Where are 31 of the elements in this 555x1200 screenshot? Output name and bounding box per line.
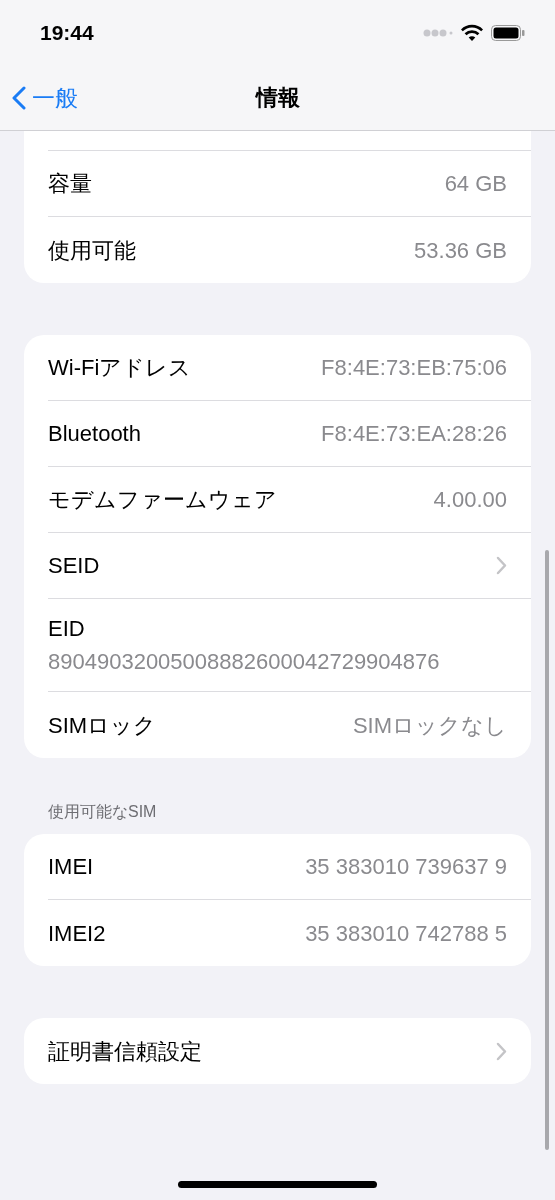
- row-label: モデムファームウェア: [48, 486, 277, 514]
- row-label: SIMロック: [48, 711, 157, 740]
- battery-icon: [491, 24, 525, 41]
- row-value: 89049032005008882600042729904876: [48, 648, 441, 676]
- wifi-icon: [461, 24, 483, 41]
- chevron-icon: [496, 1041, 507, 1061]
- row-value: F8:4E:73:EB:75:06: [321, 354, 507, 382]
- page-title: 情報: [255, 84, 300, 112]
- row-value: F8:4E:73:EA:28:26: [321, 420, 507, 448]
- row-label: 使用可能: [48, 236, 136, 265]
- row-label: IMEI: [48, 853, 94, 881]
- signal-icon: [423, 28, 453, 37]
- row-value: 4.00.00: [433, 486, 507, 514]
- settings-row[interactable]: 証明書信頼設定: [48, 1018, 531, 1084]
- chevron-icon: [496, 556, 507, 575]
- row-label: Wi-Fiアドレス: [48, 354, 192, 382]
- row-value: 53.36 GB: [414, 236, 507, 265]
- section-header: 使用可能なSIM: [48, 802, 158, 822]
- row-label: Bluetooth: [48, 420, 141, 448]
- row-label: EID: [48, 615, 86, 643]
- status-time: 19:44: [40, 19, 94, 46]
- back-chevron-icon: [12, 86, 26, 111]
- row-value: 35 383010 739637 9: [305, 853, 507, 881]
- row-value: SIMロックなし: [352, 711, 507, 740]
- row-value: 64 GB: [444, 170, 507, 198]
- row-value: 35 383010 742788 5: [305, 919, 507, 948]
- home-indicator[interactable]: [178, 1181, 377, 1188]
- row-label: IMEI2: [48, 919, 106, 948]
- row-label: 容量: [48, 170, 92, 198]
- settings-row[interactable]: SEID: [48, 533, 531, 599]
- back-button[interactable]: 一般: [12, 81, 78, 116]
